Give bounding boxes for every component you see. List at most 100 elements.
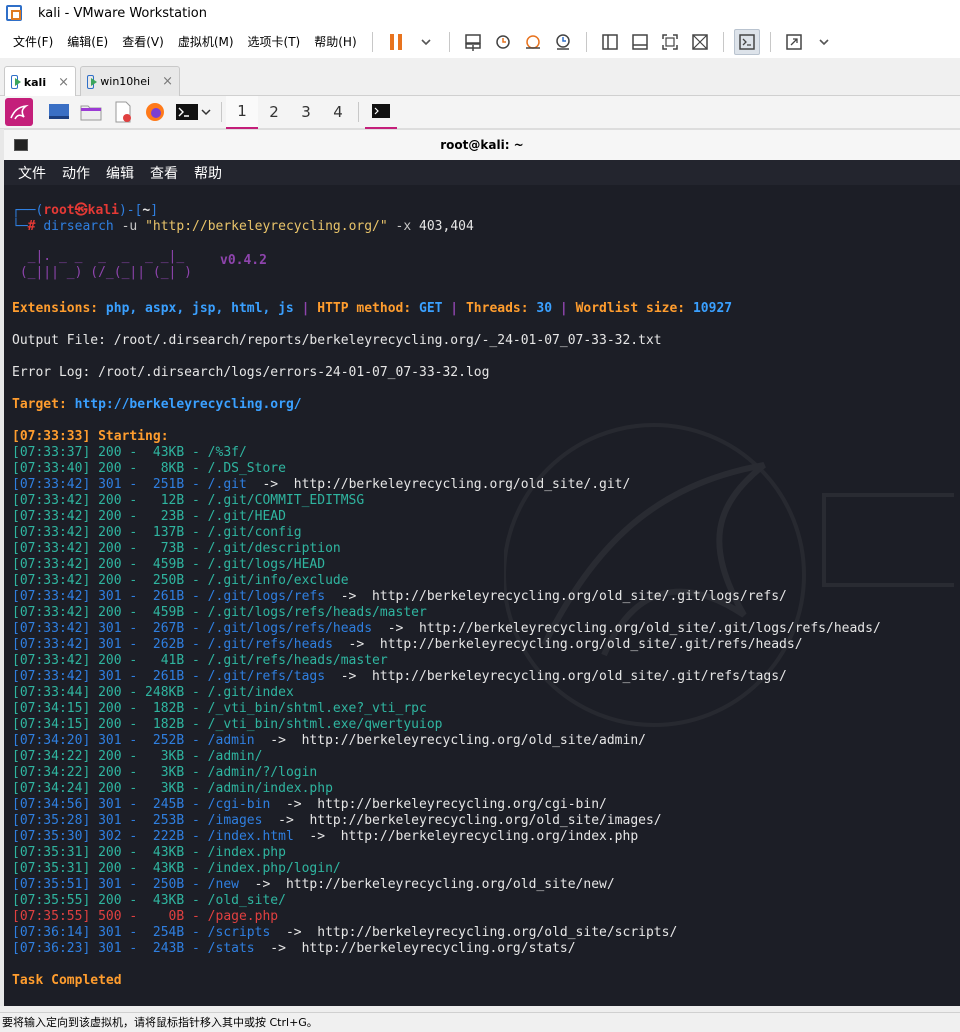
show-desktop-button[interactable]	[47, 101, 71, 123]
thumbnail-button[interactable]	[627, 29, 653, 55]
workspace-4[interactable]: 4	[322, 96, 354, 129]
taskbar-terminal-window[interactable]	[365, 96, 397, 129]
result-path: /index.php/login/	[207, 861, 341, 876]
redirect-url: http://berkeleyrecycling.org/old_site/.g…	[372, 669, 787, 684]
terminal-menu-action[interactable]: 动作	[56, 163, 96, 183]
result-meta: [07:33:42] 200 - 12B -	[12, 493, 208, 508]
kali-dragon-icon	[10, 104, 29, 120]
terminal-title-bar: root@kali: ~	[4, 129, 960, 160]
result-row: [07:33:42] 200 - 23B - /.git/HEAD	[12, 509, 286, 525]
banner-line-2: (_||| _) (/_(_|| (_| )	[12, 265, 193, 280]
target-line: Target: http://berkeleyrecycling.org/	[12, 397, 302, 412]
terminal-menu-file[interactable]: 文件	[12, 163, 52, 183]
result-meta: [07:33:42] 200 - 23B -	[12, 509, 208, 524]
result-meta: [07:33:42] 200 - 73B -	[12, 541, 208, 556]
result-row: [07:33:42] 200 - 73B - /.git/description	[12, 541, 341, 557]
workspace-1[interactable]: 1	[226, 95, 258, 129]
result-path: /.git/info/exclude	[207, 573, 349, 588]
result-meta: [07:35:55] 200 - 43KB -	[12, 893, 208, 908]
snapshot-manager-button[interactable]	[550, 29, 576, 55]
redirect-url: http://berkeleyrecycling.org/old_site/.g…	[293, 477, 631, 492]
menu-view[interactable]: 查看(V)	[115, 26, 171, 58]
result-path: /.git/config	[207, 525, 302, 540]
terminal-title: root@kali: ~	[440, 138, 524, 152]
redirect-arrow: ->	[270, 925, 318, 940]
redirect-url: http://berkeleyrecycling.org/old_site/.g…	[419, 621, 881, 636]
terminal-dropdown[interactable]	[199, 101, 213, 123]
result-row: [07:36:23] 301 - 243B - /stats -> http:/…	[12, 941, 576, 957]
result-row: [07:34:56] 301 - 245B - /cgi-bin -> http…	[12, 797, 607, 813]
menu-tabs[interactable]: 选项卡(T)	[241, 26, 308, 58]
redirect-url: http://berkeleyrecycling.org/index.php	[340, 829, 639, 844]
result-meta: [07:34:56] 301 - 245B -	[12, 797, 208, 812]
panel-separator	[358, 102, 359, 122]
redirect-arrow: ->	[254, 733, 302, 748]
result-path: /.git/logs/refs	[207, 589, 326, 604]
result-path: /.git/HEAD	[207, 509, 286, 524]
result-meta: [07:34:15] 200 - 182B -	[12, 717, 208, 732]
terminal-launcher-button[interactable]	[175, 101, 199, 123]
unity-button[interactable]	[687, 29, 713, 55]
tab-win10hei[interactable]: win10hei ×	[80, 66, 180, 96]
vm-running-icon	[11, 75, 21, 89]
result-meta: [07:36:14] 301 - 254B -	[12, 925, 208, 940]
stretch-button[interactable]	[781, 29, 807, 55]
close-icon[interactable]: ×	[58, 75, 69, 90]
snapshot-button[interactable]	[490, 29, 516, 55]
workspace-3[interactable]: 3	[290, 96, 322, 129]
terminal-menu-view[interactable]: 查看	[144, 163, 184, 183]
revert-snapshot-button[interactable]	[520, 29, 546, 55]
fullscreen-button[interactable]	[657, 29, 683, 55]
pause-icon	[389, 34, 402, 50]
redirect-url: http://berkeleyrecycling.org/old_site/.g…	[379, 637, 803, 652]
toolbar-separator	[769, 32, 771, 52]
result-row: [07:33:42] 301 - 262B - /.git/refs/heads…	[12, 637, 803, 653]
result-path: /admin/index.php	[207, 781, 333, 796]
result-meta: [07:34:15] 200 - 182B -	[12, 701, 208, 716]
terminal-output[interactable]: ┌──(root㉿kali)-[~] └─# dirsearch -u "htt…	[4, 185, 960, 1006]
result-path: /page.php	[207, 909, 279, 924]
toolbar-separator	[448, 32, 450, 52]
terminal-menu-edit[interactable]: 编辑	[100, 163, 140, 183]
console-view-button[interactable]	[733, 29, 760, 55]
result-row: [07:35:51] 301 - 250B - /new -> http://b…	[12, 877, 615, 893]
menu-file[interactable]: 文件(F)	[6, 26, 60, 58]
menu-help[interactable]: 帮助(H)	[307, 26, 363, 58]
menu-edit[interactable]: 编辑(E)	[60, 26, 115, 58]
result-meta: [07:34:20] 301 - 252B -	[12, 733, 208, 748]
pause-button[interactable]	[383, 29, 409, 55]
result-meta: [07:33:42] 200 - 459B -	[12, 605, 208, 620]
menu-vm[interactable]: 虚拟机(M)	[171, 26, 241, 58]
text-editor-button[interactable]	[111, 101, 135, 123]
result-path: /admin	[207, 733, 255, 748]
library-button[interactable]	[597, 29, 623, 55]
pause-dropdown[interactable]	[413, 29, 439, 55]
stretch-dropdown[interactable]	[811, 29, 837, 55]
result-path: /stats	[207, 941, 255, 956]
close-icon[interactable]: ×	[162, 74, 173, 89]
result-meta: [07:35:51] 301 - 250B -	[12, 877, 208, 892]
redirect-arrow: ->	[270, 797, 318, 812]
result-meta: [07:33:42] 301 - 262B -	[12, 637, 208, 652]
toolbar-separator	[371, 32, 373, 52]
task-completed-line: Task Completed	[12, 973, 122, 988]
sidebar-icon	[601, 34, 618, 50]
menu-bar: 文件(F) 编辑(E) 查看(V) 虚拟机(M) 选项卡(T) 帮助(H)	[0, 26, 960, 58]
result-row: [07:35:31] 200 - 43KB - /index.php	[12, 845, 286, 861]
result-row: [07:33:40] 200 - 8KB - /.DS_Store	[12, 461, 286, 477]
result-path: /cgi-bin	[207, 797, 271, 812]
send-keys-icon	[464, 34, 481, 51]
file-manager-button[interactable]	[79, 101, 103, 123]
firefox-button[interactable]	[143, 101, 167, 123]
result-row: [07:33:42] 301 - 267B - /.git/logs/refs/…	[12, 621, 881, 637]
result-row: [07:34:24] 200 - 3KB - /admin/index.php	[12, 781, 333, 797]
workspace-2[interactable]: 2	[258, 96, 290, 129]
result-path: /old_site/	[207, 893, 286, 908]
tab-kali[interactable]: kali ×	[4, 66, 76, 97]
status-bar: 要将输入定向到该虚拟机，请将鼠标指针移入其中或按 Ctrl+G。	[0, 1012, 960, 1032]
terminal-menu-help[interactable]: 帮助	[188, 163, 228, 183]
result-meta: [07:33:42] 200 - 250B -	[12, 573, 208, 588]
send-ctrl-alt-del-button[interactable]	[460, 29, 486, 55]
result-row: [07:34:15] 200 - 182B - /_vti_bin/shtml.…	[12, 701, 427, 717]
kali-menu-button[interactable]	[5, 98, 33, 126]
